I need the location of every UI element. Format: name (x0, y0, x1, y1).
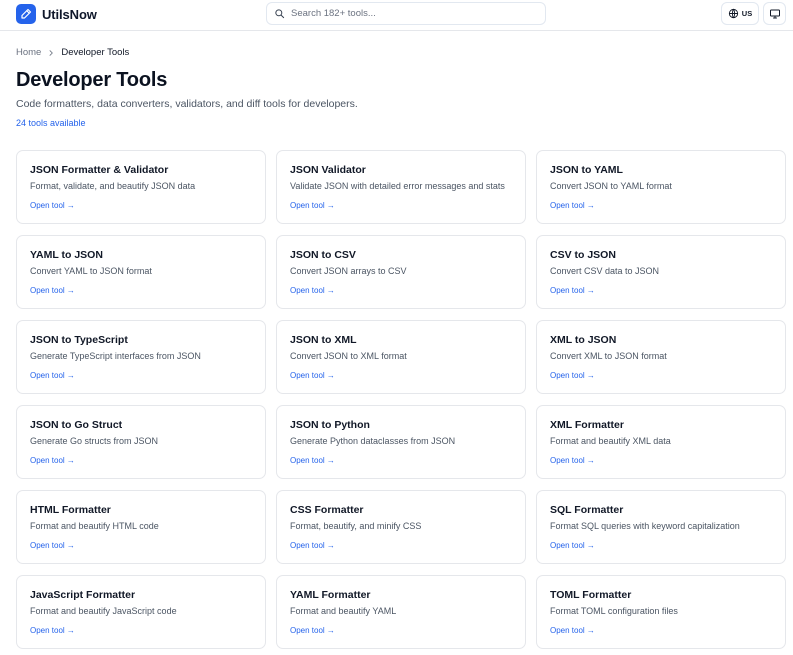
tool-description: Format, validate, and beautify JSON data (30, 181, 196, 191)
open-tool-link[interactable]: Open tool → (550, 541, 595, 550)
tool-title: XML Formatter (550, 419, 624, 431)
tool-description: Convert JSON arrays to CSV (290, 266, 407, 276)
tool-card[interactable]: JSON to Go Struct Generate Go structs fro… (16, 405, 266, 479)
chevron-right-icon (47, 49, 55, 57)
tool-card[interactable]: SQL Formatter Format SQL queries with key… (536, 490, 786, 564)
open-tool-link[interactable]: Open tool → (290, 626, 335, 635)
tool-card[interactable]: TOML Formatter Format TOML configuration … (536, 575, 786, 649)
display-mode-button[interactable] (763, 2, 786, 25)
tool-card[interactable]: XML Formatter Format and beautify XML dat… (536, 405, 786, 479)
tool-description: Format and beautify XML data (550, 436, 671, 446)
open-tool-link[interactable]: Open tool → (30, 541, 75, 550)
tool-title: CSV to JSON (550, 249, 616, 261)
top-header: UtilsNow US (0, 0, 793, 31)
tool-card[interactable]: JSON Validator Validate JSON with detaile… (276, 150, 526, 224)
tool-description: Generate Go structs from JSON (30, 436, 159, 446)
breadcrumb: Home Developer Tools (16, 47, 129, 58)
tool-card[interactable]: JSON to YAML Convert JSON to YAML format O… (536, 150, 786, 224)
tool-description: Generate Python dataclasses from JSON (290, 436, 456, 446)
open-tool-link[interactable]: Open tool → (30, 201, 75, 210)
tool-card[interactable]: JSON Formatter & Validator Format, valida… (16, 150, 266, 224)
open-tool-link[interactable]: Open tool → (550, 456, 595, 465)
globe-icon (728, 8, 739, 19)
open-tool-link[interactable]: Open tool → (290, 371, 335, 380)
open-tool-link[interactable]: Open tool → (550, 201, 595, 210)
tool-description: Convert JSON to XML format (290, 351, 407, 361)
monitor-icon (769, 8, 781, 20)
tool-title: JSON to XML (290, 334, 357, 346)
tool-description: Format, beautify, and minify CSS (290, 521, 422, 531)
tool-title: CSS Formatter (290, 504, 364, 516)
language-button[interactable]: US (721, 2, 759, 25)
tool-title: YAML Formatter (290, 589, 371, 601)
tool-description: Format and beautify JavaScript code (30, 606, 177, 616)
tool-title: JSON Validator (290, 164, 366, 176)
tool-grid: JSON Formatter & Validator Format, valida… (16, 150, 786, 649)
tool-count: 24 tools available (16, 118, 86, 128)
tool-description: Convert YAML to JSON format (30, 266, 152, 276)
open-tool-link[interactable]: Open tool → (290, 541, 335, 550)
open-tool-link[interactable]: Open tool → (30, 371, 75, 380)
open-tool-link[interactable]: Open tool → (290, 201, 335, 210)
tool-title: TOML Formatter (550, 589, 632, 601)
tool-card[interactable]: HTML Formatter Format and beautify HTML c… (16, 490, 266, 564)
pen-icon (16, 4, 36, 24)
open-tool-link[interactable]: Open tool → (550, 371, 595, 380)
search-box[interactable] (266, 2, 546, 25)
tool-title: JSON to CSV (290, 249, 356, 261)
tool-title: XML to JSON (550, 334, 617, 346)
tool-description: Convert XML to JSON format (550, 351, 667, 361)
tool-title: JSON to TypeScript (30, 334, 128, 346)
tool-description: Format and beautify HTML code (30, 521, 159, 531)
page-description: Code formatters, data converters, valida… (16, 98, 358, 110)
tool-description: Format TOML configuration files (550, 606, 678, 616)
tool-card[interactable]: JSON to Python Generate Python dataclasse… (276, 405, 526, 479)
tool-card[interactable]: CSS Formatter Format, beautify, and minif… (276, 490, 526, 564)
tool-title: YAML to JSON (30, 249, 103, 261)
tool-card[interactable]: JavaScript Formatter Format and beautify … (16, 575, 266, 649)
open-tool-link[interactable]: Open tool → (550, 626, 595, 635)
tool-description: Convert CSV data to JSON (550, 266, 660, 276)
tool-card[interactable]: YAML Formatter Format and beautify YAML Op… (276, 575, 526, 649)
breadcrumb-home-link[interactable]: Home (16, 47, 41, 58)
search-icon (274, 8, 285, 19)
brand-name: UtilsNow (42, 6, 97, 22)
tool-card[interactable]: JSON to CSV Convert JSON arrays to CSV Ope… (276, 235, 526, 309)
tool-description: Generate TypeScript interfaces from JSON (30, 351, 201, 361)
tool-card[interactable]: JSON to TypeScript Generate TypeScript in… (16, 320, 266, 394)
open-tool-link[interactable]: Open tool → (30, 286, 75, 295)
tool-title: SQL Formatter (550, 504, 624, 516)
tool-title: HTML Formatter (30, 504, 111, 516)
open-tool-link[interactable]: Open tool → (30, 456, 75, 465)
tool-title: JSON to Python (290, 419, 370, 431)
open-tool-link[interactable]: Open tool → (30, 626, 75, 635)
breadcrumb-current: Developer Tools (61, 47, 130, 58)
tool-description: Format and beautify YAML (290, 606, 397, 616)
brand-logo[interactable]: UtilsNow (16, 4, 97, 24)
page-title: Developer Tools (16, 69, 168, 91)
open-tool-link[interactable]: Open tool → (290, 286, 335, 295)
tool-title: JSON to Go Struct (30, 419, 123, 431)
tool-title: JavaScript Formatter (30, 589, 136, 601)
language-code: US (741, 9, 753, 18)
open-tool-link[interactable]: Open tool → (290, 456, 335, 465)
open-tool-link[interactable]: Open tool → (550, 286, 595, 295)
tool-card[interactable]: YAML to JSON Convert YAML to JSON format O… (16, 235, 266, 309)
tool-card[interactable]: CSV to JSON Convert CSV data to JSON Open … (536, 235, 786, 309)
search-input[interactable] (291, 8, 531, 19)
tool-description: Format SQL queries with keyword capitali… (550, 521, 740, 531)
tool-card[interactable]: JSON to XML Convert JSON to XML format Ope… (276, 320, 526, 394)
tool-title: JSON to YAML (550, 164, 623, 176)
tool-description: Validate JSON with detailed error messag… (290, 181, 505, 191)
tool-description: Convert JSON to YAML format (550, 181, 672, 191)
tool-title: JSON Formatter & Validator (30, 164, 169, 176)
tool-card[interactable]: XML to JSON Convert XML to JSON format Ope… (536, 320, 786, 394)
